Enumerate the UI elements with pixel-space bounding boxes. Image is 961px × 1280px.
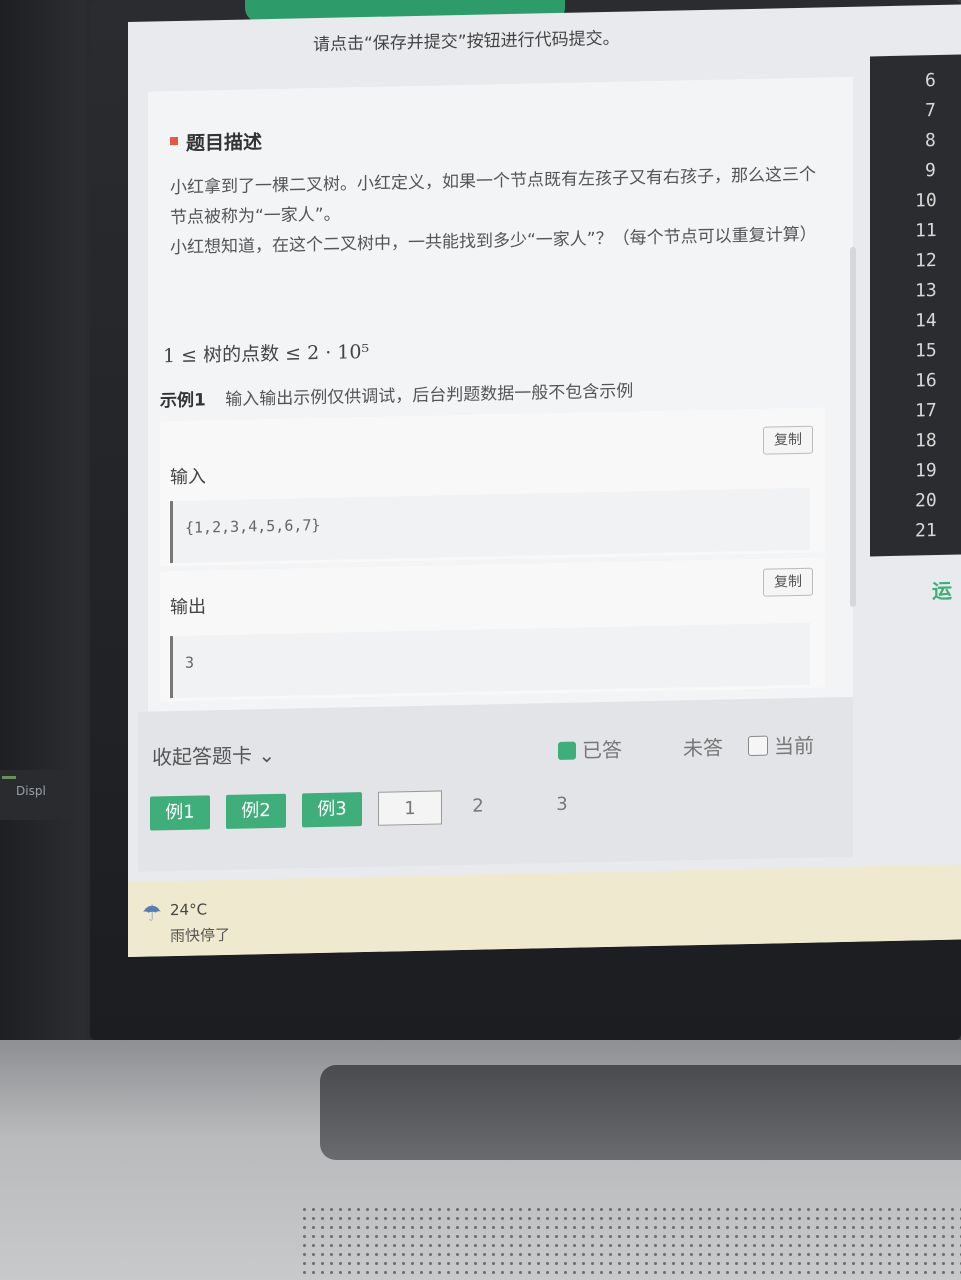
line-number: 12 [915,250,937,272]
output-label: 输出 [170,596,206,619]
line-number: 14 [915,310,937,332]
question-2-button[interactable]: 2 [458,789,498,824]
side-display-label: Displ [0,770,70,820]
legend-answered: 已答 [558,734,622,764]
speaker-grille [300,1205,961,1280]
line-number: 18 [915,430,937,452]
input-label: 输入 [170,466,206,489]
panel-scrollbar[interactable] [850,246,856,607]
line-number: 8 [925,130,936,152]
copy-output-button[interactable]: 复制 [763,567,813,597]
problem-section-title: 题目描述 [170,127,262,156]
run-button[interactable]: 运 [932,575,952,604]
example-3-button[interactable]: 例3 [302,792,362,828]
title-marker-icon [170,136,178,146]
constraint-text: 1 ≤ 树的点数 ≤ 2 · 10⁵ [163,340,370,368]
section-title-text: 题目描述 [186,131,263,155]
answer-card: 收起答题卡 ⌄ 已答 未答 当前 例1 例2 例3 1 2 3 [138,696,853,872]
example-header: 示例1 输入输出示例仅供调试，后台判题数据一般不包含示例 [160,376,633,411]
line-number: 16 [915,370,937,392]
line-number: 6 [925,70,936,92]
example-label: 示例1 [160,390,206,412]
weather-description[interactable]: 雨快停了 [170,924,230,946]
example-1-button[interactable]: 例1 [150,795,210,831]
example-2-button[interactable]: 例2 [226,793,286,829]
question-1-button[interactable]: 1 [378,790,442,826]
collapse-answer-card-button[interactable]: 收起答题卡 ⌄ [152,739,275,771]
weather-rain-icon: ☂ [142,901,162,927]
line-number: 17 [915,400,937,422]
line-number: 10 [915,190,937,212]
line-number: 9 [925,160,936,182]
submit-notice: 请点击“保存并提交”按钮进行代码提交。 [313,28,620,56]
weather-temperature[interactable]: 24°C [170,900,207,919]
laptop-hinge [320,1065,961,1160]
legend-current: 当前 [748,730,814,760]
line-number: 21 [915,520,937,542]
example-input-block: 输入 复制 {1,2,3,4,5,6,7} [160,407,825,567]
question-nav: 例1 例2 例3 1 2 3 [150,787,626,831]
line-number: 19 [915,460,937,482]
example-output-block: 输出 复制 3 [160,557,825,702]
input-value: {1,2,3,4,5,6,7} [170,487,810,564]
question-3-button[interactable]: 3 [542,787,582,822]
line-number: 7 [925,100,936,122]
output-value: 3 [170,622,810,699]
line-number: 15 [915,340,937,362]
copy-input-button[interactable]: 复制 [763,425,813,455]
line-number: 20 [915,490,937,512]
legend-unanswered: 未答 [683,735,723,761]
screen: 请点击“保存并提交”按钮进行代码提交。 题目描述 小红拿到了一棵二叉树。小红定义… [128,4,961,957]
code-editor[interactable]: 6 7 8 9 10 11 12 13 14 15 16 17 18 19 20… [870,54,961,557]
line-number: 11 [915,220,937,242]
example-note: 输入输出示例仅供调试，后台判题数据一般不包含示例 [225,381,634,410]
line-number: 13 [915,280,937,302]
problem-description: 小红拿到了一棵二叉树。小红定义，如果一个节点既有左孩子又有右孩子，那么这三个节点… [170,160,820,264]
